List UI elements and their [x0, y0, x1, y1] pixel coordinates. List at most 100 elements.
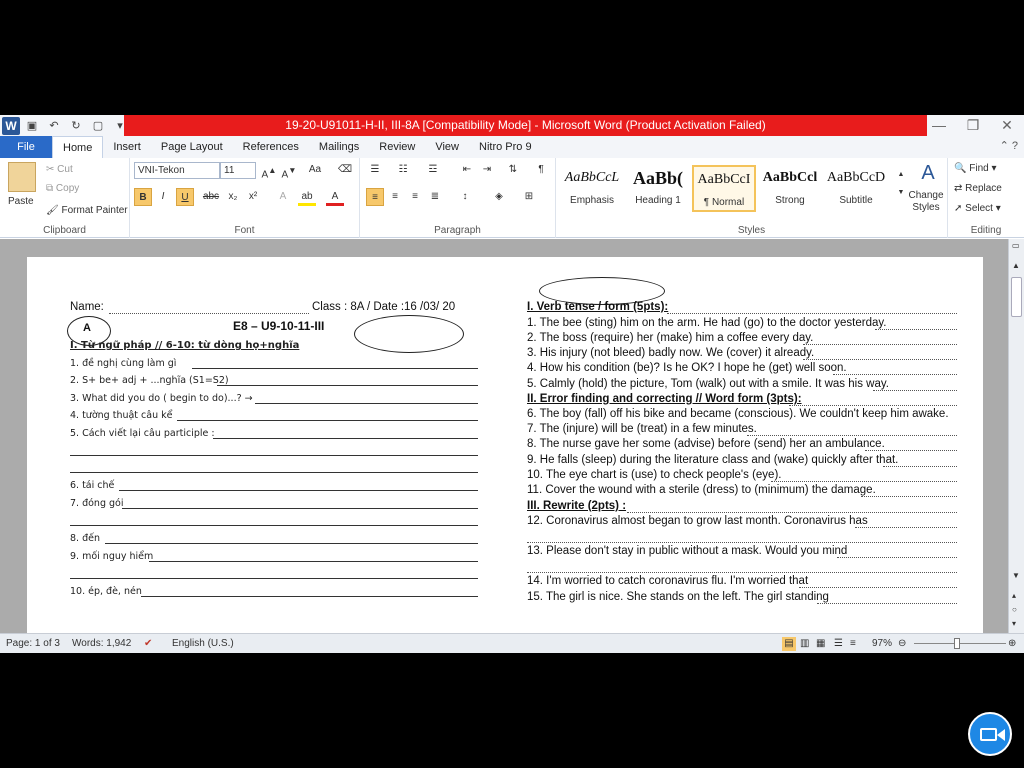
- style-strong[interactable]: AaBbCcl Strong: [758, 165, 822, 212]
- web-layout-icon[interactable]: ▦: [816, 634, 825, 653]
- tab-home[interactable]: Home: [52, 136, 104, 158]
- ruler-toggle-icon[interactable]: ▭: [1012, 241, 1020, 250]
- style-normal[interactable]: AaBbCcI ¶ Normal: [692, 165, 756, 212]
- scroll-down-icon[interactable]: ▼: [1012, 571, 1020, 580]
- minimize-icon[interactable]: —: [922, 115, 956, 136]
- question-14: 14. I'm worried to catch coronavirus flu…: [527, 575, 809, 587]
- page-count[interactable]: Page: 1 of 3: [6, 634, 60, 653]
- proofing-icon[interactable]: ✔: [144, 634, 152, 653]
- restore-icon[interactable]: ❐: [956, 115, 990, 136]
- decrease-indent-icon[interactable]: ⇤: [458, 161, 476, 179]
- zoom-out-icon[interactable]: ⊖: [898, 634, 906, 653]
- highlight-icon[interactable]: ab: [298, 188, 316, 206]
- find-button[interactable]: 🔍 Find ▾: [954, 163, 997, 174]
- draft-icon[interactable]: ≡: [850, 634, 856, 653]
- dotted-line: [817, 603, 957, 604]
- redo-icon[interactable]: ↻: [66, 117, 86, 135]
- numbering-icon[interactable]: ☷: [394, 161, 412, 179]
- previous-page-icon[interactable]: ▴: [1012, 591, 1016, 600]
- save-icon[interactable]: ▣: [22, 117, 42, 135]
- tab-file[interactable]: File: [0, 136, 52, 158]
- borders-icon[interactable]: ⊞: [520, 188, 538, 206]
- video-camera-button[interactable]: [968, 712, 1012, 756]
- answer-line: [213, 438, 478, 439]
- align-center-icon[interactable]: ≡: [386, 188, 404, 206]
- document-page[interactable]: Name: Class : 8A / Date :16 /03/ 20 A E8…: [27, 257, 983, 637]
- browse-object-icon[interactable]: ○: [1012, 605, 1017, 614]
- print-layout-icon[interactable]: ▤: [782, 637, 796, 651]
- subscript-icon[interactable]: x₂: [224, 188, 242, 206]
- bold-icon[interactable]: B: [134, 188, 152, 206]
- change-case-icon[interactable]: Aa: [306, 161, 324, 179]
- left-item-5: 5. Cách viết lại câu participle :: [70, 428, 215, 439]
- superscript-icon[interactable]: x²: [244, 188, 262, 206]
- style-heading-1[interactable]: AaBb( Heading 1: [626, 165, 690, 212]
- clear-format-icon[interactable]: ⌫: [336, 161, 354, 179]
- paste-icon[interactable]: [8, 162, 36, 192]
- word-logo-icon[interactable]: W: [2, 116, 20, 135]
- cut-button[interactable]: ✂ Cut: [46, 164, 73, 175]
- bullets-icon[interactable]: ☰: [366, 161, 384, 179]
- shading-icon[interactable]: ◈: [490, 188, 508, 206]
- language[interactable]: English (U.S.): [172, 634, 234, 653]
- font-group: VNI-Tekon 11 A▲ A▼ Aa ⌫ B I U abc x₂ x² …: [130, 158, 360, 238]
- zoom-slider-thumb[interactable]: [954, 638, 960, 649]
- replace-button[interactable]: ⇄ Replace: [954, 183, 1002, 194]
- dotted-line: [803, 359, 957, 360]
- grow-font-icon[interactable]: A▲: [260, 161, 278, 180]
- dotted-line: [627, 512, 957, 513]
- window-controls: — ❐ ✕: [922, 115, 1024, 136]
- style-emphasis[interactable]: AaBbCcL Emphasis: [560, 165, 624, 212]
- vertical-scrollbar[interactable]: ▭ ▲ ▼ ▴ ○ ▾: [1008, 239, 1024, 633]
- zoom-in-icon[interactable]: ⊕: [1008, 634, 1016, 653]
- next-page-icon[interactable]: ▾: [1012, 619, 1016, 628]
- strikethrough-icon[interactable]: abc: [202, 188, 220, 206]
- close-icon[interactable]: ✕: [990, 115, 1024, 136]
- clipboard-label: Clipboard: [43, 225, 86, 236]
- sort-icon[interactable]: ⇅: [504, 161, 522, 179]
- new-document-icon[interactable]: ▢: [88, 117, 108, 135]
- pilcrow-icon[interactable]: ¶: [532, 161, 550, 179]
- align-right-icon[interactable]: ≡: [406, 188, 424, 206]
- increase-indent-icon[interactable]: ⇥: [478, 161, 496, 179]
- outline-icon[interactable]: ☰: [834, 634, 843, 653]
- multilevel-list-icon[interactable]: ☲: [424, 161, 442, 179]
- zoom-level[interactable]: 97%: [872, 634, 892, 653]
- font-name-select[interactable]: VNI-Tekon: [134, 162, 220, 179]
- change-styles-button[interactable]: Change Styles: [906, 190, 946, 214]
- tab-nitro[interactable]: Nitro Pro 9: [469, 136, 542, 158]
- style-sample: AaBbCcl: [762, 170, 818, 185]
- underline-icon[interactable]: U: [176, 188, 194, 206]
- tab-page-layout[interactable]: Page Layout: [151, 136, 233, 158]
- zoom-slider-track[interactable]: [914, 643, 1006, 644]
- tab-view[interactable]: View: [425, 136, 469, 158]
- style-subtitle[interactable]: AaBbCcD Subtitle: [824, 165, 888, 212]
- tab-mailings[interactable]: Mailings: [309, 136, 369, 158]
- text-effects-icon[interactable]: A: [274, 188, 292, 206]
- paste-button[interactable]: Paste: [8, 196, 34, 207]
- scroll-thumb[interactable]: [1011, 277, 1022, 317]
- help-icon[interactable]: ⌃ ?: [1000, 139, 1018, 152]
- shrink-font-icon[interactable]: A▼: [280, 161, 298, 180]
- undo-icon[interactable]: ↶: [44, 117, 64, 135]
- copy-button[interactable]: ⧉ Copy: [46, 183, 79, 194]
- full-screen-reading-icon[interactable]: ▥: [800, 634, 809, 653]
- align-left-icon[interactable]: ≡: [366, 188, 384, 206]
- paragraph-label: Paragraph: [434, 225, 481, 236]
- format-painter-button[interactable]: 🖌 Format Painter: [46, 205, 128, 216]
- scroll-up-icon[interactable]: ▲: [1012, 261, 1020, 270]
- font-color-icon[interactable]: A: [326, 188, 344, 206]
- italic-icon[interactable]: I: [154, 188, 172, 206]
- font-size-select[interactable]: 11: [220, 162, 256, 179]
- justify-icon[interactable]: ≣: [426, 188, 444, 206]
- dotted-line: [747, 435, 957, 436]
- line-spacing-icon[interactable]: ↕: [456, 188, 474, 206]
- style-name: Strong: [775, 195, 805, 206]
- tab-review[interactable]: Review: [369, 136, 425, 158]
- tab-insert[interactable]: Insert: [103, 136, 151, 158]
- window-title: 19-20-U91011-H-II, III-8A [Compatibility…: [124, 115, 927, 136]
- select-button[interactable]: ➚ Select ▾: [954, 203, 1001, 214]
- tab-references[interactable]: References: [233, 136, 309, 158]
- change-styles-icon[interactable]: A: [908, 162, 948, 185]
- word-count[interactable]: Words: 1,942: [72, 634, 131, 653]
